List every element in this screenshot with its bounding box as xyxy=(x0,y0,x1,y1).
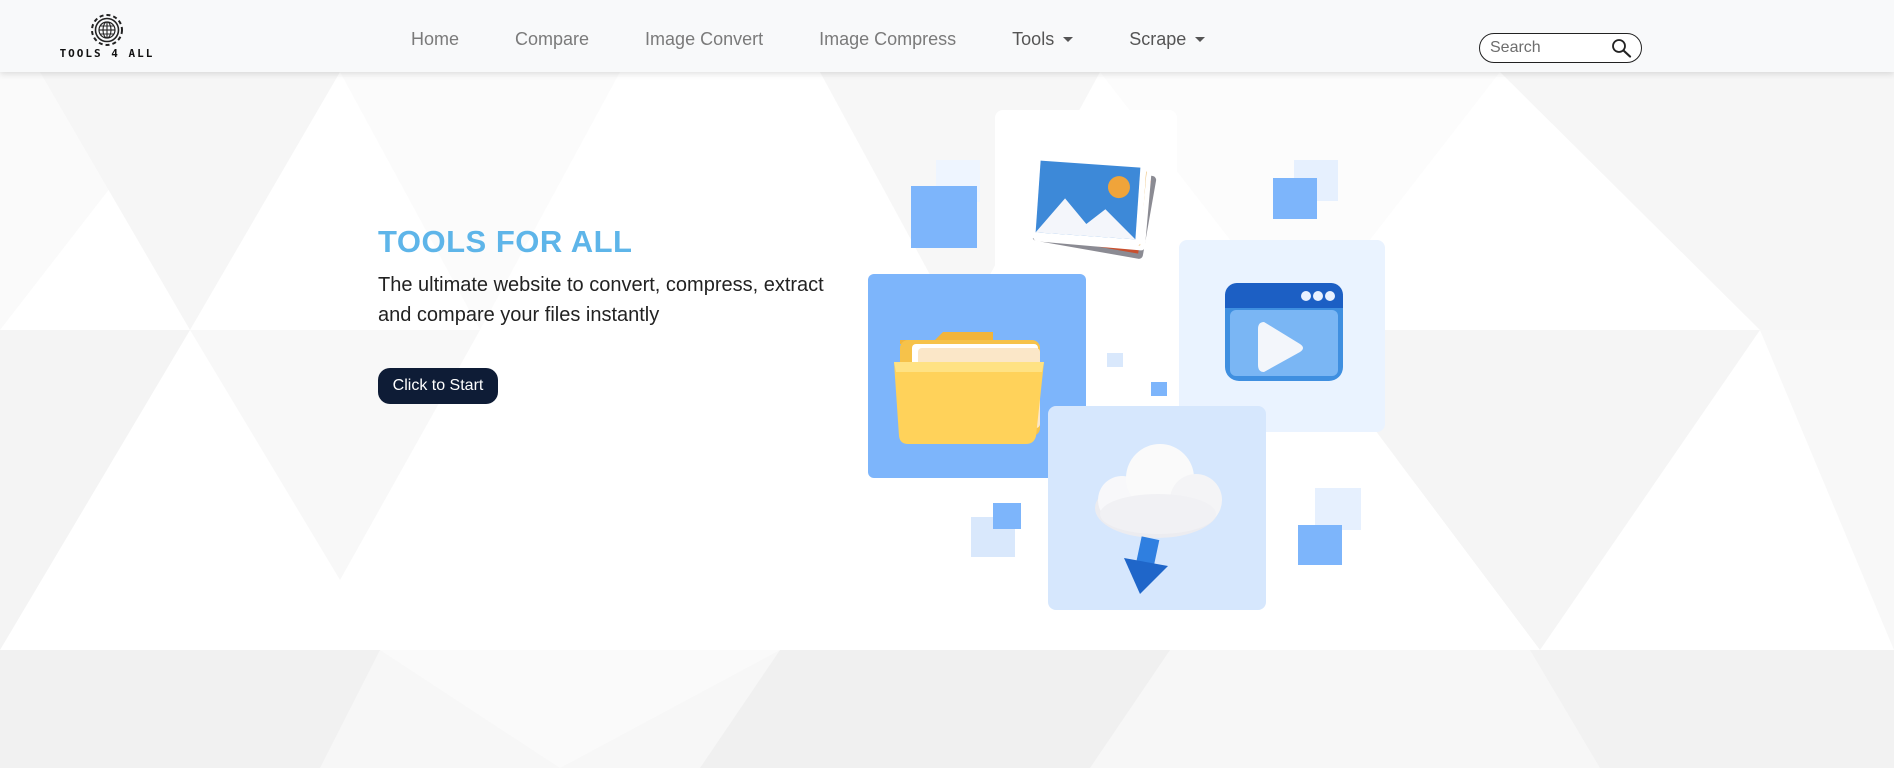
nav-scrape-dropdown[interactable]: Scrape xyxy=(1129,23,1206,50)
nav-home[interactable]: Home xyxy=(411,23,459,50)
decor-square xyxy=(1151,382,1167,396)
folder-icon xyxy=(894,332,1044,444)
search-input[interactable] xyxy=(1490,38,1600,58)
decor-square xyxy=(911,186,977,248)
start-button[interactable]: Click to Start xyxy=(378,368,498,404)
brand-logo[interactable]: TOOLS 4 ALL xyxy=(54,12,160,64)
brand-text: TOOLS 4 ALL xyxy=(59,47,155,60)
decor-square xyxy=(1298,525,1342,565)
nav-image-compress[interactable]: Image Compress xyxy=(819,23,956,50)
navbar: TOOLS 4 ALL Home Compare Image Convert I… xyxy=(0,0,1894,72)
decor-square xyxy=(993,503,1021,529)
decor-square xyxy=(1273,178,1317,219)
nav-image-convert[interactable]: Image Convert xyxy=(645,23,763,50)
hero-subtitle: The ultimate website to convert, compres… xyxy=(378,274,824,326)
hero-illustration xyxy=(868,110,1385,610)
nav-menu: Home Compare Image Convert Image Compres… xyxy=(411,0,1261,72)
search-box xyxy=(1479,33,1642,63)
caret-down-icon xyxy=(1063,36,1074,42)
decor-square xyxy=(1107,353,1123,367)
caret-down-icon xyxy=(1195,36,1206,42)
hero-title: TOOLS FOR ALL xyxy=(378,224,633,259)
decor-square xyxy=(1315,488,1361,530)
search-icon[interactable] xyxy=(1610,38,1632,58)
nav-compare[interactable]: Compare xyxy=(515,23,589,50)
gear-globe-icon xyxy=(91,14,123,46)
video-player-icon xyxy=(1225,283,1343,381)
nav-tools-dropdown[interactable]: Tools xyxy=(1012,23,1074,50)
